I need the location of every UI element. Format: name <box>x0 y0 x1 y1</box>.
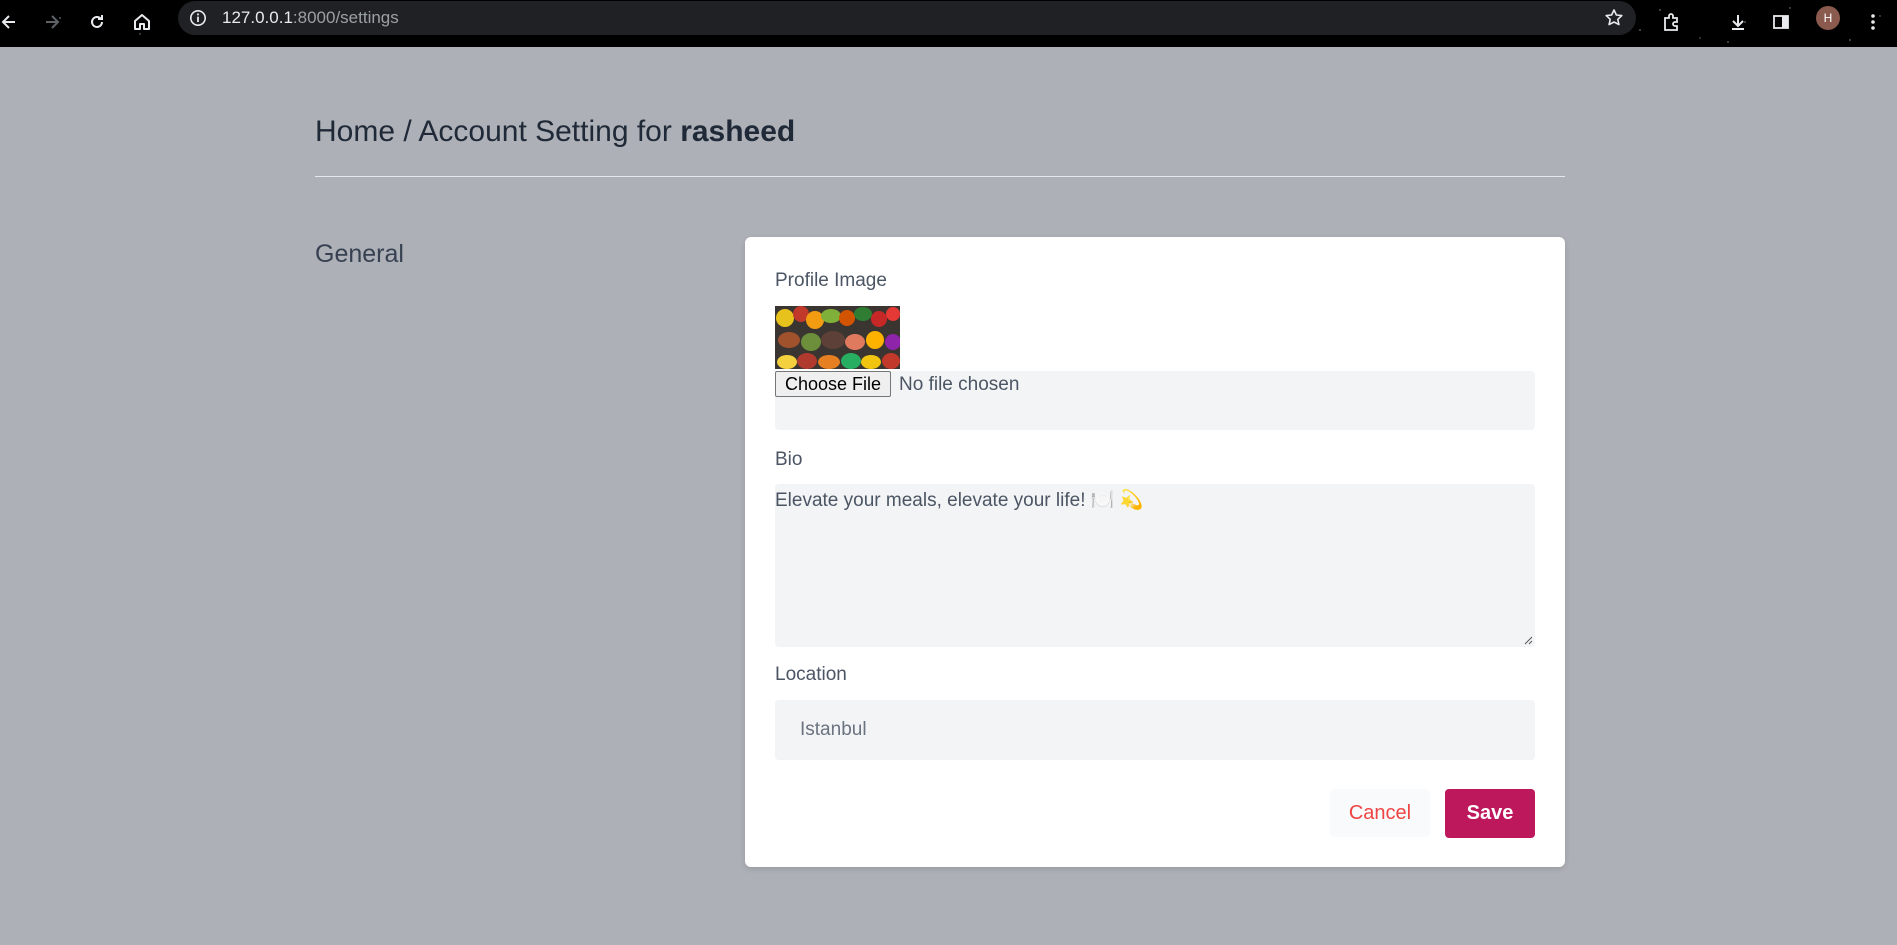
site-info-icon[interactable] <box>188 8 208 28</box>
header-divider <box>315 176 1565 177</box>
section-title: General <box>315 240 404 268</box>
no-file-text: No file chosen <box>899 374 1020 395</box>
profile-image-label: Profile Image <box>775 270 887 291</box>
forward-icon[interactable] <box>37 7 67 37</box>
choose-file-button[interactable]: Choose File <box>775 371 892 397</box>
side-panel-icon[interactable] <box>1766 7 1796 37</box>
reload-icon[interactable] <box>82 7 112 37</box>
username: rasheed <box>680 115 796 148</box>
location-value: Istanbul <box>800 719 867 740</box>
url-text: 127.0.0.1:8000/settings <box>222 9 399 27</box>
breadcrumb-text: Home / Account Setting for <box>315 115 681 148</box>
profile-image-preview <box>775 306 900 369</box>
resize-handle-icon[interactable] <box>1523 635 1533 645</box>
address-bar[interactable]: 127.0.0.1:8000/settings <box>178 1 1636 35</box>
bio-label: Bio <box>775 449 803 470</box>
bio-textarea[interactable]: Elevate your meals, elevate your life! 🍽… <box>775 484 1535 647</box>
bookmark-star-icon[interactable] <box>1604 8 1624 28</box>
extensions-icon[interactable] <box>1656 7 1686 37</box>
save-button[interactable]: Save <box>1445 789 1535 838</box>
download-icon[interactable] <box>1723 7 1753 37</box>
cancel-button[interactable]: Cancel <box>1330 789 1430 837</box>
url-host: 127.0.0.1 <box>222 8 293 27</box>
back-icon[interactable] <box>0 7 24 37</box>
home-icon[interactable] <box>127 7 157 37</box>
file-input-wrapper: Choose File No file chosen <box>775 371 1535 430</box>
profile-avatar[interactable]: H <box>1816 6 1840 30</box>
settings-form-card: Profile Image Choose File No file chosen… <box>745 237 1565 867</box>
avatar-initial: H <box>1823 11 1833 25</box>
bio-text: Elevate your meals, elevate your life! 🍽… <box>775 490 1144 511</box>
location-input[interactable]: Istanbul <box>775 700 1535 760</box>
browser-toolbar: 127.0.0.1:8000/settings H <box>0 0 1897 47</box>
url-path: :8000/settings <box>292 8 399 27</box>
breadcrumb: Home / Account Setting for rasheed <box>315 115 795 149</box>
location-label: Location <box>775 664 847 685</box>
menu-kebab-icon[interactable] <box>1858 7 1888 37</box>
